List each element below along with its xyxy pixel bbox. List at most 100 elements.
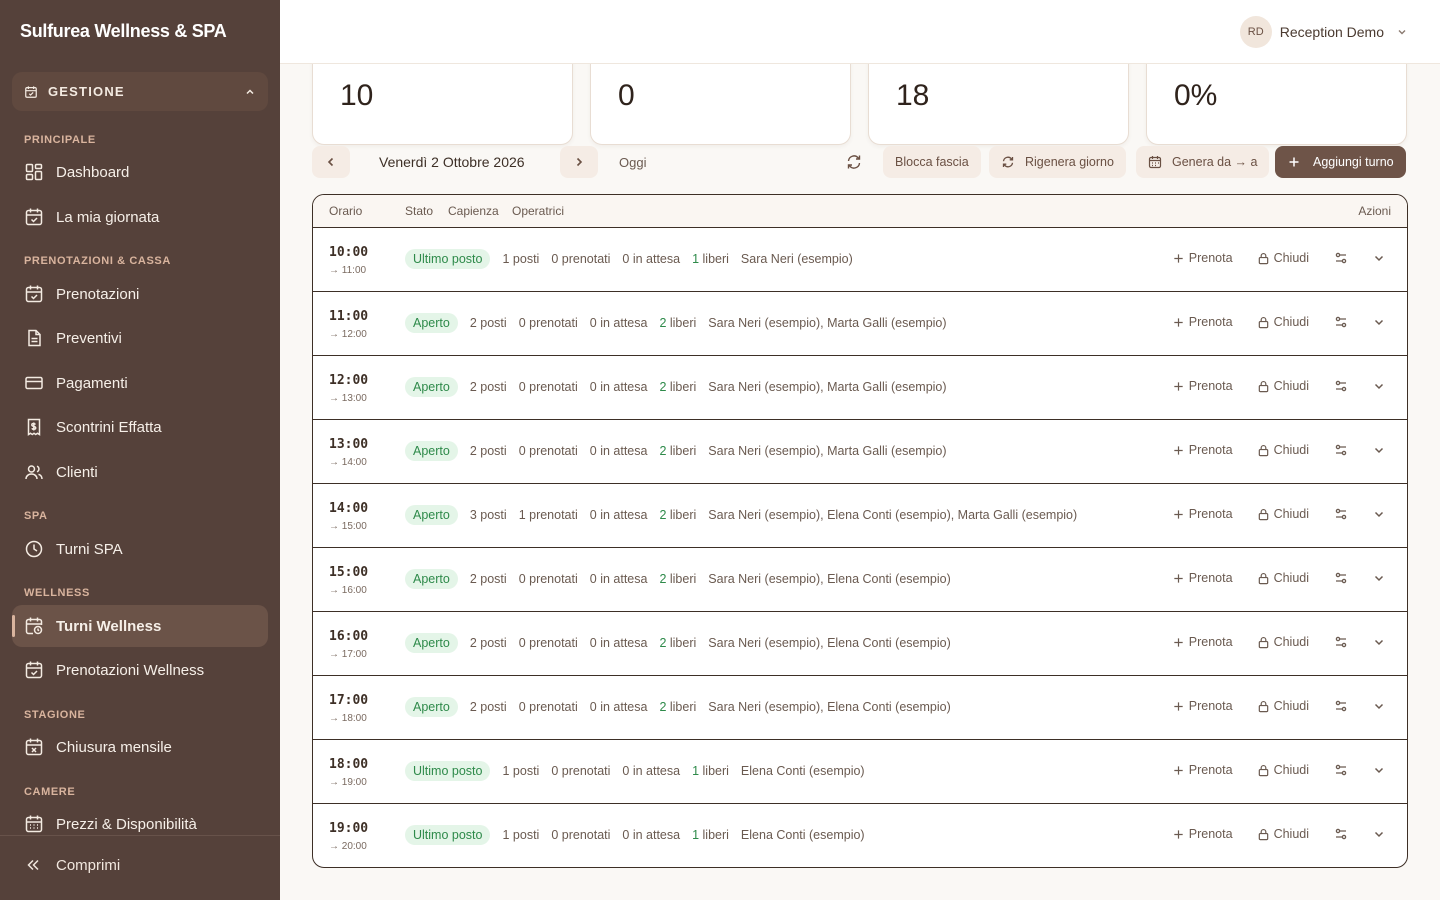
calendar-clock-icon [25, 617, 43, 635]
settings-button[interactable] [1333, 826, 1349, 842]
close-slot-button[interactable]: Chiudi [1257, 507, 1309, 521]
expand-button[interactable] [1371, 762, 1387, 778]
close-label: Chiudi [1273, 315, 1309, 329]
section-prenotazioni-cassa: PRENOTAZIONI & CASSA [24, 255, 171, 267]
expand-button[interactable] [1371, 826, 1387, 842]
settings-button[interactable] [1333, 442, 1349, 458]
row-actions: Prenota Chiudi [1172, 506, 1387, 522]
book-button[interactable]: Prenota [1172, 315, 1233, 329]
row-actions: Prenota Chiudi [1172, 314, 1387, 330]
expand-button[interactable] [1371, 506, 1387, 522]
settings-button[interactable] [1333, 570, 1349, 586]
sidebar-item-preventivi[interactable]: Preventivi [12, 317, 268, 359]
close-slot-button[interactable]: Chiudi [1257, 699, 1309, 713]
close-slot-button[interactable]: Chiudi [1257, 443, 1309, 457]
block-slot-label: Blocca fascia [895, 155, 969, 169]
sidebar-item-turni-wellness[interactable]: Turni Wellness [12, 605, 268, 647]
next-day-button[interactable] [560, 146, 598, 178]
book-button[interactable]: Prenota [1172, 251, 1233, 265]
close-slot-button[interactable]: Chiudi [1257, 315, 1309, 329]
expand-button[interactable] [1371, 570, 1387, 586]
generate-range-button[interactable]: Genera da → a [1136, 146, 1270, 178]
book-button[interactable]: Prenota [1172, 379, 1233, 393]
table-row: 11:00 → 12:00 Aperto 2 posti 0 prenotati… [313, 292, 1407, 356]
sidebar-item-label: Dashboard [56, 163, 130, 181]
sidebar-item-scontrini[interactable]: Scontrini Effatta [12, 406, 268, 448]
book-button[interactable]: Prenota [1172, 635, 1233, 649]
settings-button[interactable] [1333, 698, 1349, 714]
book-label: Prenota [1188, 507, 1233, 521]
table-body: 10:00 → 11:00 Ultimo posto 1 posti 0 pre… [313, 228, 1407, 867]
count-attesa: 0 in attesa [589, 380, 648, 394]
plus-icon [1174, 253, 1183, 263]
book-button[interactable]: Prenota [1172, 827, 1233, 841]
close-slot-button[interactable]: Chiudi [1257, 763, 1309, 777]
sidebar-item-turni-spa[interactable]: Turni SPA [12, 528, 268, 570]
row-actions: Prenota Chiudi [1172, 634, 1387, 650]
settings-button[interactable] [1333, 634, 1349, 650]
top-header: RD Reception Demo [280, 0, 1440, 64]
sidebar-item-pagamenti[interactable]: Pagamenti [12, 362, 268, 404]
settings-button[interactable] [1333, 314, 1349, 330]
close-slot-button[interactable]: Chiudi [1257, 379, 1309, 393]
plus-icon [1174, 509, 1183, 519]
expand-button[interactable] [1371, 442, 1387, 458]
prev-day-button[interactable] [312, 146, 350, 178]
sidebar-item-label: Preventivi [56, 329, 122, 347]
sidebar-item-giornata[interactable]: La mia giornata [12, 196, 268, 238]
regenerate-day-button[interactable]: Rigenera giorno [989, 146, 1126, 178]
add-shift-button[interactable]: Aggiungi turno [1275, 146, 1406, 178]
user-menu[interactable]: RD Reception Demo [1239, 16, 1408, 48]
lock-icon [1258, 764, 1268, 776]
slot-info: Aperto 2 posti 0 prenotati 0 in attesa 2… [405, 377, 947, 397]
count-attesa: 0 in attesa [622, 764, 681, 778]
group-toggle-gestione[interactable]: GESTIONE [12, 72, 268, 111]
plus-icon [1174, 765, 1183, 775]
slot-start: 16:00 [329, 629, 369, 644]
chevron-down-icon [1374, 831, 1384, 838]
book-button[interactable]: Prenota [1172, 443, 1233, 457]
count-liberi: 2 liberi [659, 636, 697, 650]
count-liberi: 1 liberi [692, 252, 729, 266]
refresh-button[interactable] [845, 146, 863, 178]
book-button[interactable]: Prenota [1172, 763, 1233, 777]
settings-button[interactable] [1333, 250, 1349, 266]
collapse-sidebar-button[interactable]: Comprimi [24, 856, 120, 874]
close-label: Chiudi [1273, 571, 1309, 585]
slot-end: → 15:00 [329, 521, 367, 532]
expand-button[interactable] [1371, 250, 1387, 266]
sidebar-item-prezzi[interactable]: Prezzi & Disponibilità [12, 803, 268, 845]
book-button[interactable]: Prenota [1172, 699, 1233, 713]
block-slot-button[interactable]: Blocca fascia [883, 146, 981, 178]
slot-info: Aperto 2 posti 0 prenotati 0 in attesa 2… [405, 569, 951, 589]
book-button[interactable]: Prenota [1172, 507, 1233, 521]
sidebar-item-clienti[interactable]: Clienti [12, 451, 268, 493]
slot-end: → 12:00 [329, 329, 367, 340]
chevron-down-icon [1374, 447, 1384, 454]
chevron-right-icon [576, 157, 583, 167]
count-liberi: 1 liberi [692, 828, 729, 842]
sidebar-item-label: Scontrini Effatta [56, 418, 162, 436]
sidebar-item-prenotazioni-wellness[interactable]: Prenotazioni Wellness [12, 649, 268, 691]
today-button[interactable]: Oggi [619, 146, 646, 178]
close-slot-button[interactable]: Chiudi [1257, 635, 1309, 649]
settings-button[interactable] [1333, 506, 1349, 522]
close-slot-button[interactable]: Chiudi [1257, 827, 1309, 841]
expand-button[interactable] [1371, 378, 1387, 394]
book-button[interactable]: Prenota [1172, 571, 1233, 585]
close-slot-button[interactable]: Chiudi [1257, 571, 1309, 585]
sidebar-item-dashboard[interactable]: Dashboard [12, 151, 268, 193]
chevron-down-icon [1374, 255, 1384, 262]
count-prenotati: 0 prenotati [518, 380, 578, 394]
expand-button[interactable] [1371, 698, 1387, 714]
brand-name: Sulfurea Wellness & SPA [20, 21, 227, 41]
settings-button[interactable] [1333, 378, 1349, 394]
expand-button[interactable] [1371, 314, 1387, 330]
close-slot-button[interactable]: Chiudi [1257, 251, 1309, 265]
slot-info: Ultimo posto 1 posti 0 prenotati 0 in at… [405, 825, 865, 845]
settings-button[interactable] [1333, 762, 1349, 778]
sidebar-item-chiusura[interactable]: Chiusura mensile [12, 726, 268, 768]
sidebar-item-prenotazioni[interactable]: Prenotazioni [12, 273, 268, 315]
expand-button[interactable] [1371, 634, 1387, 650]
status-badge: Ultimo posto [405, 761, 491, 781]
